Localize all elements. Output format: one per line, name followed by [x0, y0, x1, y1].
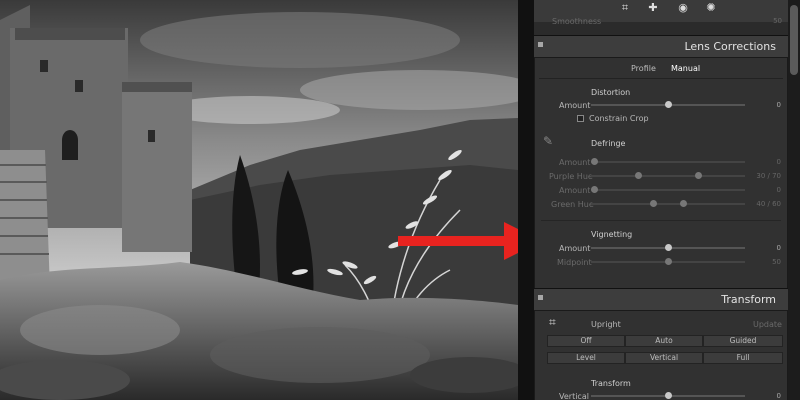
midpoint-knob[interactable]: [665, 258, 672, 265]
upright-label: Upright: [591, 320, 621, 329]
green-hue-knob-low[interactable]: [650, 200, 657, 207]
distortion-slider-knob[interactable]: [665, 101, 672, 108]
constrain-crop-label: Constrain Crop: [589, 114, 649, 123]
photo-image: [0, 0, 518, 400]
smoothness-value[interactable]: 50: [773, 17, 782, 25]
transform-body: ⌗ Upright Update Off Auto Guided Level V…: [534, 310, 788, 400]
vertical-slider-knob[interactable]: [665, 392, 672, 399]
vignetting-amount-knob[interactable]: [665, 244, 672, 251]
upright-full-button[interactable]: Full: [703, 352, 783, 364]
eyedropper-icon[interactable]: ✎: [543, 134, 553, 148]
purple-hue-knob-low[interactable]: [635, 172, 642, 179]
tool-strip: ⌗ ✚ ◉ ✺ Smoothness 50: [534, 0, 788, 26]
defringe-green-amount-label: Amount: [559, 186, 591, 195]
lens-corrections-title: Lens Corrections: [684, 40, 776, 53]
purple-hue-value[interactable]: 30 / 70: [756, 172, 781, 180]
photo-canvas: [0, 0, 518, 400]
vignetting-amount-label: Amount: [559, 244, 591, 253]
smoothness-label: Smoothness: [552, 17, 602, 26]
defringe-heading: Defringe: [591, 139, 626, 148]
defringe-amount-label: Amount: [559, 158, 591, 167]
lens-corrections-header[interactable]: Lens Corrections: [534, 35, 788, 57]
smoothness-row: Smoothness 50: [534, 14, 788, 28]
panel-divider[interactable]: [518, 0, 534, 400]
upright-level-button[interactable]: Level: [547, 352, 625, 364]
crop-icon[interactable]: ⌗: [618, 1, 632, 15]
section-toggle-icon[interactable]: [538, 42, 543, 47]
midpoint-value[interactable]: 50: [772, 258, 781, 266]
vignetting-amount-value[interactable]: 0: [777, 244, 781, 252]
transform-subheading: Transform: [591, 379, 631, 388]
green-hue-knob-high[interactable]: [680, 200, 687, 207]
arrow-shaft: [398, 236, 506, 246]
purple-hue-label: Purple Hue: [549, 172, 593, 181]
defringe-amount-knob[interactable]: [591, 158, 598, 165]
upright-auto-button[interactable]: Auto: [625, 335, 703, 347]
vertical-label: Vertical: [559, 392, 589, 400]
constrain-crop-checkbox[interactable]: [577, 115, 584, 122]
purple-hue-knob-high[interactable]: [695, 172, 702, 179]
lens-corrections-body: Profile Manual Distortion Amount 0 Const…: [534, 57, 788, 289]
develop-right-panel: ⌗ ✚ ◉ ✺ Smoothness 50 Lens Corrections P…: [534, 0, 800, 400]
vertical-value[interactable]: 0: [777, 392, 781, 400]
defringe-amount-value[interactable]: 0: [777, 158, 781, 166]
distortion-heading: Distortion: [591, 88, 631, 97]
defringe-amount-track[interactable]: [591, 161, 745, 163]
green-hue-track[interactable]: [591, 203, 745, 205]
vignetting-heading: Vignetting: [591, 230, 633, 239]
tab-underline: [539, 78, 783, 79]
defringe-green-amount-value[interactable]: 0: [777, 186, 781, 194]
redeye-icon[interactable]: ◉: [676, 1, 690, 15]
upright-grid-icon[interactable]: ⌗: [549, 315, 556, 330]
midpoint-label: Midpoint: [557, 258, 592, 267]
update-button[interactable]: Update: [753, 320, 782, 329]
tab-manual[interactable]: Manual: [671, 64, 700, 73]
transform-title: Transform: [721, 293, 776, 306]
healing-icon[interactable]: ✚: [646, 1, 660, 15]
green-hue-label: Green Hue: [551, 200, 594, 209]
panel-scrollbar[interactable]: [788, 0, 800, 400]
tab-profile[interactable]: Profile: [631, 64, 656, 73]
mask-icon[interactable]: ✺: [704, 1, 718, 15]
defringe-green-amount-track[interactable]: [591, 189, 745, 191]
upright-off-button[interactable]: Off: [547, 335, 625, 347]
green-hue-value[interactable]: 40 / 60: [756, 200, 781, 208]
purple-hue-track[interactable]: [591, 175, 745, 177]
transform-header[interactable]: Transform: [534, 288, 788, 310]
section-toggle-icon[interactable]: [538, 295, 543, 300]
scrollbar-thumb[interactable]: [790, 5, 798, 75]
vignetting-divider: [541, 220, 781, 221]
distortion-amount-label: Amount: [559, 101, 591, 110]
distortion-amount-value[interactable]: 0: [777, 101, 781, 109]
defringe-green-amount-knob[interactable]: [591, 186, 598, 193]
upright-vertical-button[interactable]: Vertical: [625, 352, 703, 364]
upright-guided-button[interactable]: Guided: [703, 335, 783, 347]
